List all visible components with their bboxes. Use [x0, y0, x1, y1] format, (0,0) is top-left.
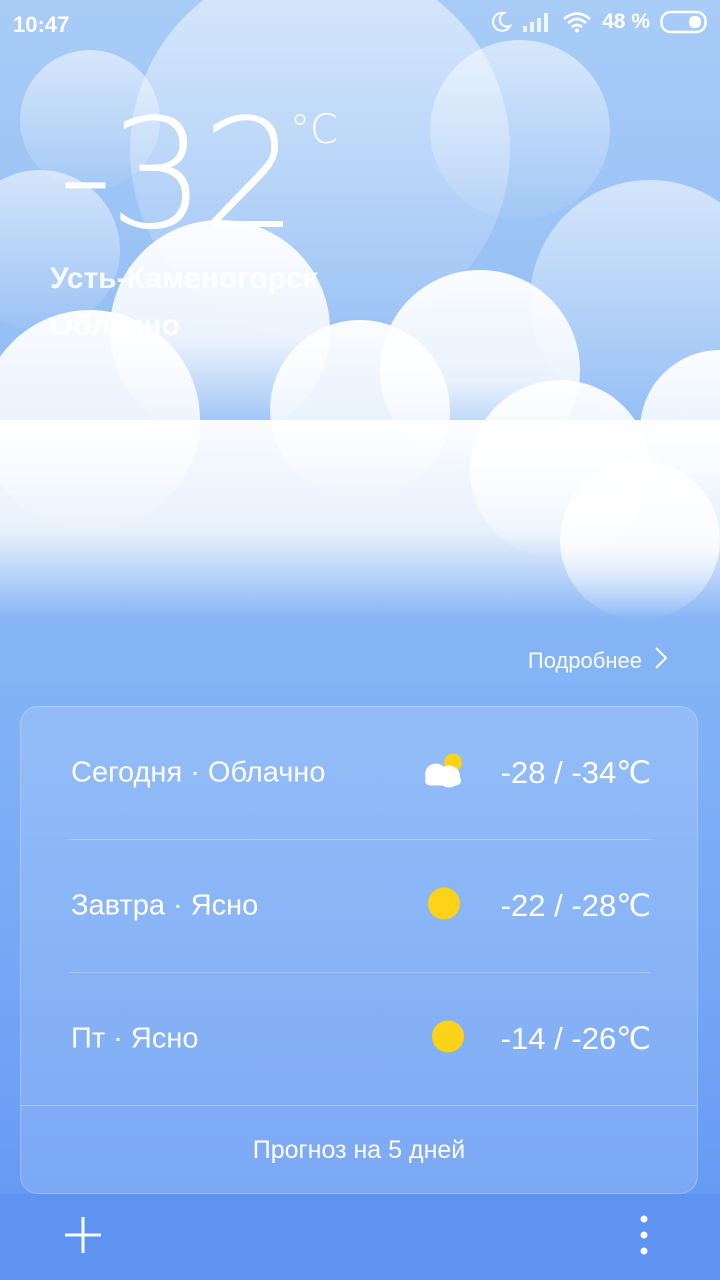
temperature-unit: °C — [290, 107, 338, 153]
forecast-temp-range: -28 / -34℃ — [500, 755, 651, 790]
moon-icon — [490, 11, 513, 33]
forecast-day-label: Сегодня · Облачно — [71, 756, 326, 789]
battery-icon — [660, 10, 708, 34]
forecast-row-today[interactable]: Сегодня · Облачно -28 / -34℃ — [69, 707, 651, 839]
more-vertical-icon[interactable] — [632, 1214, 656, 1256]
bottom-bar — [0, 1194, 720, 1280]
forecast-row-friday[interactable]: Пт · Ясно -14 / -26℃ — [69, 973, 651, 1105]
details-link[interactable]: Подробнее — [528, 646, 668, 676]
sun-icon — [427, 887, 461, 926]
status-icons: 48 % — [490, 10, 708, 34]
plus-icon[interactable] — [62, 1214, 104, 1256]
partly-cloudy-icon — [421, 752, 467, 795]
battery-percent: 48 % — [602, 10, 650, 33]
current-condition: Облачно — [50, 309, 180, 342]
forecast-card: Сегодня · Облачно -28 / -34℃ Завтра · Яс… — [20, 706, 698, 1194]
temperature-value: -32 — [58, 86, 298, 263]
current-temperature: -32 °C — [58, 86, 338, 263]
sun-icon — [431, 1020, 465, 1059]
forecast-day-label: Завтра · Ясно — [71, 889, 259, 922]
signal-icon — [522, 11, 552, 33]
details-link-label: Подробнее — [527, 648, 642, 673]
city-name: Усть-Каменогорск — [50, 262, 318, 295]
forecast-temp-range: -14 / -26℃ — [500, 1021, 651, 1056]
wifi-icon — [562, 11, 592, 33]
status-time: 10:47 — [13, 12, 70, 37]
status-bar: 10:47 48 % — [0, 0, 720, 52]
chevron-right-icon — [654, 646, 668, 676]
five-day-forecast-button[interactable]: Прогноз на 5 дней — [21, 1105, 697, 1195]
forecast-day-label: Пт · Ясно — [71, 1022, 199, 1055]
forecast-temp-range: -22 / -28℃ — [500, 888, 651, 923]
forecast-row-tomorrow[interactable]: Завтра · Ясно -22 / -28℃ — [69, 840, 651, 972]
